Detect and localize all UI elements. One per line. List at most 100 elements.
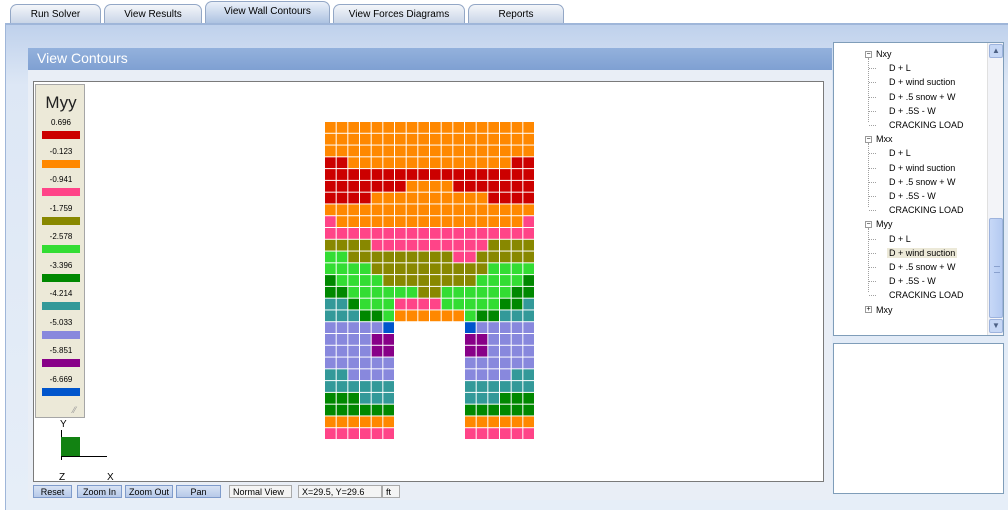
- tree-item[interactable]: CRACKING LOAD: [887, 203, 966, 217]
- tree-item[interactable]: D + .5 snow + W: [887, 260, 958, 274]
- tree-item[interactable]: D + wind suction: [887, 246, 958, 260]
- contour-cell: [360, 310, 371, 322]
- contour-cell: [383, 145, 394, 157]
- contour-cell: [406, 263, 418, 275]
- contour-cell: [500, 145, 511, 157]
- contour-cell: [523, 392, 534, 404]
- contour-cell: [371, 275, 383, 286]
- contour-cell: [336, 133, 348, 145]
- tree-item-label: D + .5 snow + W: [889, 91, 956, 102]
- legend-value: -5.033: [49, 317, 73, 327]
- contour-cell: [441, 239, 453, 251]
- collapse-icon[interactable]: −: [865, 135, 872, 143]
- details-panel: [833, 343, 1004, 494]
- contour-cell: [348, 345, 359, 357]
- load-case-tree[interactable]: Nxy − D + LD + wind suction D + .5 snow + W…: [833, 42, 1004, 336]
- contour-cell: [523, 216, 534, 227]
- contour-cell: [500, 381, 511, 392]
- tree-item[interactable]: D + wind suction: [887, 75, 957, 89]
- tree-item[interactable]: CRACKING LOAD: [887, 118, 966, 132]
- contour-cell: [488, 122, 499, 133]
- contour-cell: [325, 180, 336, 192]
- tab-view-results[interactable]: View Results: [104, 4, 202, 23]
- tab-view-wall-contours[interactable]: View Wall Contours: [205, 1, 330, 24]
- zoom-out-button[interactable]: Zoom Out: [125, 485, 173, 498]
- tree-item[interactable]: D + L: [887, 146, 913, 160]
- contour-cell: [336, 192, 348, 204]
- contour-cell: [465, 145, 476, 157]
- contour-cell: [441, 228, 453, 239]
- reset-button[interactable]: Reset: [33, 485, 72, 498]
- tab-run-solver[interactable]: Run Solver: [10, 4, 101, 23]
- legend-value: -5.851: [49, 346, 73, 355]
- contour-cell: [325, 122, 336, 133]
- expand-icon[interactable]: +: [865, 306, 872, 314]
- contour-cell: [500, 345, 511, 357]
- tree-group-mxx[interactable]: Mxx: [876, 132, 893, 146]
- scroll-down-icon[interactable]: ▼: [989, 319, 1003, 333]
- tree-connector: [869, 110, 876, 112]
- contour-cell: [523, 345, 534, 357]
- contour-cell: [511, 228, 523, 239]
- contour-cell: [371, 404, 383, 416]
- contour-cell: [500, 239, 511, 251]
- tree-item[interactable]: D + wind suction: [887, 161, 957, 175]
- tab-reports[interactable]: Reports: [468, 4, 564, 23]
- collapse-icon[interactable]: −: [865, 220, 872, 228]
- contour-cell: [383, 310, 394, 322]
- resize-grip-icon[interactable]: ⁄⁄: [73, 406, 81, 415]
- contour-cell: [476, 381, 488, 392]
- view-mode-field: Normal View: [229, 485, 292, 498]
- tree-group-nxy[interactable]: Nxy: [876, 47, 892, 61]
- contour-cell: [360, 216, 371, 227]
- contour-cell: [406, 239, 418, 251]
- contour-cell: [453, 145, 464, 157]
- contour-cell: [488, 322, 499, 333]
- contour-cell: [360, 169, 371, 180]
- contour-cell: [418, 157, 429, 169]
- contour-cell: [360, 322, 371, 333]
- scroll-up-icon[interactable]: ▲: [989, 44, 1003, 58]
- contour-cell: [488, 334, 499, 345]
- tab-view-forces-diagrams[interactable]: View Forces Diagrams: [333, 4, 465, 23]
- legend-value: -3.396: [49, 260, 73, 270]
- contour-cell: [325, 345, 336, 357]
- contour-cell: [488, 286, 499, 298]
- contour-cell: [360, 122, 371, 133]
- contour-cell: [511, 275, 523, 286]
- contour-cell: [476, 322, 488, 333]
- tree-item-label: D + L: [889, 233, 911, 244]
- tree-item[interactable]: D + L: [887, 232, 913, 246]
- tree-item[interactable]: D + .5S - W: [887, 104, 938, 118]
- scroll-thumb[interactable]: [989, 218, 1003, 318]
- collapse-icon[interactable]: −: [865, 50, 872, 58]
- legend-title: Myy: [45, 93, 77, 112]
- tree-connector: [869, 125, 876, 126]
- contour-cell: [360, 204, 371, 216]
- tree-item[interactable]: CRACKING LOAD: [887, 288, 966, 302]
- tree-group-mxy[interactable]: Mxy: [876, 303, 893, 317]
- contour-cell: [383, 228, 394, 239]
- contour-cell: [371, 204, 383, 216]
- contour-legend[interactable]: Myy 0.696 -0.123 -0.941 -1.759 -2.578 -3.396 -…: [35, 84, 85, 418]
- wall-contour-plot[interactable]: [325, 122, 535, 440]
- pan-button[interactable]: Pan: [176, 485, 221, 498]
- contour-cell: [325, 228, 336, 239]
- contour-cell: [500, 251, 511, 263]
- zoom-in-button[interactable]: Zoom In: [77, 485, 122, 498]
- contour-cell: [336, 357, 348, 369]
- tree-group-myy[interactable]: Myy: [876, 217, 893, 231]
- contour-cell: [395, 157, 406, 169]
- contour-cell: [325, 204, 336, 216]
- tree-connector: [869, 96, 876, 98]
- tree-item[interactable]: D + L: [887, 61, 913, 75]
- tree-scrollbar[interactable]: ▲ ▼: [987, 43, 1003, 335]
- contour-cell: [465, 392, 476, 404]
- contour-cell: [371, 392, 383, 404]
- contour-cell: [453, 133, 464, 145]
- tree-item[interactable]: D + .5 snow + W: [887, 175, 958, 189]
- tree-item[interactable]: D + .5 snow + W: [887, 90, 958, 104]
- tree-item[interactable]: D + .5S - W: [887, 274, 938, 288]
- tree-item[interactable]: D + .5S - W: [887, 189, 938, 203]
- contour-cell: [453, 239, 464, 251]
